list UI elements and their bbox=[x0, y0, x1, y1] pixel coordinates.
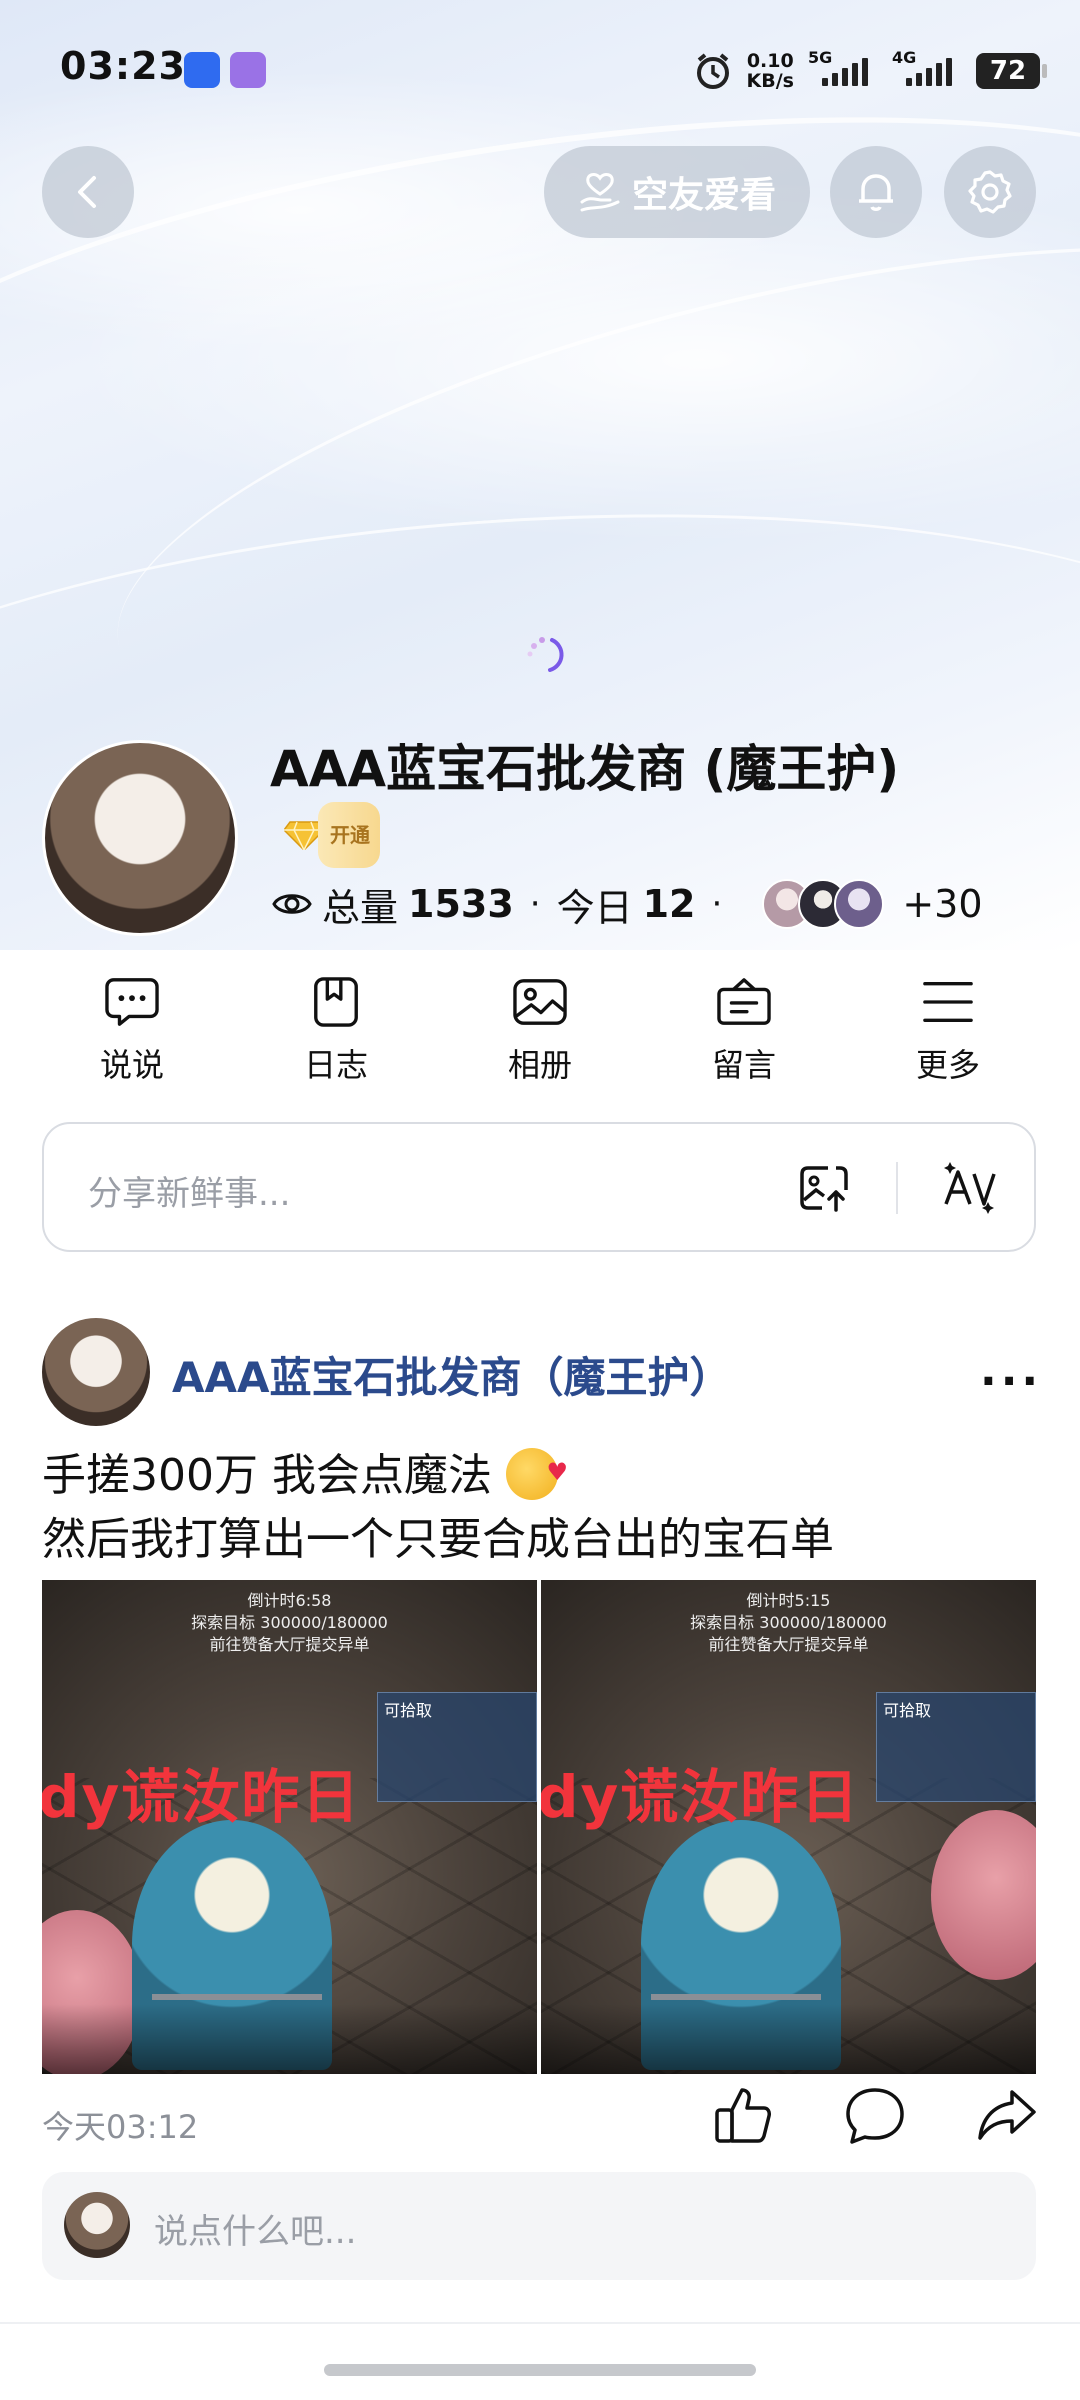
message-box-icon bbox=[717, 978, 771, 1025]
separator-dot: · bbox=[529, 884, 541, 924]
share-icon[interactable] bbox=[976, 2084, 1038, 2146]
nav-label: 相册 bbox=[507, 1046, 572, 1084]
nav-label: 留言 bbox=[711, 1046, 776, 1084]
recent-visitors[interactable] bbox=[762, 879, 885, 929]
friend-love-button[interactable]: 空友爱看 bbox=[544, 146, 810, 238]
post-timestamp: 今天03:12 bbox=[42, 2108, 199, 2146]
nav-label: 说说 bbox=[99, 1046, 164, 1084]
nav-album[interactable]: 相册 bbox=[470, 976, 610, 1086]
share-composer[interactable]: 分享新鲜事... bbox=[42, 1122, 1036, 1252]
pickup-card: 可拾取 bbox=[377, 1692, 537, 1802]
signal-4g-icon: 4G bbox=[892, 48, 962, 86]
nav-more[interactable]: 更多 bbox=[878, 976, 1018, 1086]
visit-stats[interactable]: 总量 1533 · 今日 12 · +30 bbox=[272, 878, 983, 930]
total-value: 1533 bbox=[408, 882, 514, 926]
like-icon[interactable] bbox=[712, 2084, 774, 2146]
post-content: 手搓300万 我会点魔法 然后我打算出一个只要合成台出的宝石单 bbox=[42, 1440, 1042, 1572]
status-bar: 03:23 0.10 KB/s 5G 4G 72 bbox=[0, 0, 1080, 140]
today-label: 今日 bbox=[556, 885, 633, 930]
nav-blog[interactable]: 日志 bbox=[266, 976, 406, 1086]
game-hud: 倒计时6:58 探索目标 300000/180000 前往赞备大厅提交异单 bbox=[191, 1591, 388, 1654]
image-watermark: dy谎汝昨日 bbox=[541, 1763, 861, 1831]
vip-badge[interactable]: 开通 bbox=[284, 801, 380, 868]
post-line-2: 然后我打算出一个只要合成台出的宝石单 bbox=[42, 1514, 834, 1565]
home-indicator[interactable] bbox=[324, 2364, 756, 2376]
eye-icon bbox=[272, 894, 312, 914]
baidu-app-icon bbox=[184, 52, 220, 88]
signal-5g-icon: 5G bbox=[808, 48, 878, 86]
vip-label: 开通 bbox=[318, 801, 380, 868]
image-watermark: dy谎汝昨日 bbox=[42, 1763, 362, 1831]
today-value: 12 bbox=[642, 882, 696, 926]
photo-upload-icon[interactable] bbox=[796, 1160, 852, 1216]
post-actions bbox=[712, 2084, 1038, 2146]
nav-message-board[interactable]: 留言 bbox=[674, 976, 814, 1086]
kiss-emoji-icon bbox=[505, 1440, 568, 1504]
separator-dot: · bbox=[711, 884, 723, 924]
post-author-avatar[interactable] bbox=[42, 1318, 150, 1426]
bookmark-icon bbox=[314, 977, 358, 1027]
share-divider bbox=[896, 1162, 898, 1214]
alarm-icon bbox=[696, 53, 729, 89]
image-icon bbox=[513, 979, 567, 1025]
total-label: 总量 bbox=[322, 885, 399, 930]
nav-shuoshuo[interactable]: 说说 bbox=[62, 976, 202, 1086]
share-placeholder: 分享新鲜事... bbox=[88, 1174, 291, 1214]
game-hud: 倒计时5:15 探索目标 300000/180000 前往赞备大厅提交异单 bbox=[690, 1591, 887, 1654]
gear-icon bbox=[968, 170, 1012, 214]
profile-nav: 说说 日志 相册 留言 更多 bbox=[0, 976, 1080, 1086]
visitors-extra-count: +30 bbox=[902, 882, 983, 926]
notifications-button[interactable] bbox=[830, 146, 922, 238]
post-more-button[interactable]: ··· bbox=[980, 1356, 1042, 1407]
clock: 03:23 bbox=[60, 44, 186, 88]
ai-writing-icon[interactable] bbox=[940, 1160, 1000, 1216]
heart-hand-icon bbox=[580, 173, 620, 212]
feed-divider bbox=[0, 2322, 1080, 2324]
settings-button[interactable] bbox=[944, 146, 1036, 238]
network-speed: 0.10 KB/s bbox=[746, 50, 794, 92]
bell-icon bbox=[859, 174, 893, 211]
chevron-left-icon bbox=[78, 176, 96, 208]
my-avatar bbox=[64, 2192, 130, 2258]
post-author-name[interactable]: AAA蓝宝石批发商（魔王护） bbox=[172, 1344, 732, 1405]
menu-icon bbox=[923, 982, 973, 1022]
nav-label: 更多 bbox=[915, 1046, 980, 1084]
comment-input[interactable]: 说点什么吧... bbox=[42, 2172, 1036, 2280]
comment-icon[interactable] bbox=[844, 2084, 906, 2146]
profile-avatar[interactable] bbox=[42, 740, 238, 936]
post-line-1: 手搓300万 我会点魔法 bbox=[42, 1450, 492, 1501]
visitor-avatar bbox=[834, 879, 885, 929]
podcast-app-icon bbox=[230, 52, 266, 88]
friend-love-label: 空友爱看 bbox=[631, 175, 776, 216]
post-image-2[interactable]: 倒计时5:15 探索目标 300000/180000 前往赞备大厅提交异单 可拾… bbox=[541, 1580, 1036, 2074]
nav-label: 日志 bbox=[303, 1046, 368, 1084]
comment-placeholder: 说点什么吧... bbox=[154, 2212, 357, 2252]
post-image-1[interactable]: 倒计时6:58 探索目标 300000/180000 前往赞备大厅提交异单 可拾… bbox=[42, 1580, 537, 2074]
battery-indicator: 72 bbox=[976, 53, 1047, 89]
profile-name-text: AAA蓝宝石批发商 (魔王护) bbox=[270, 740, 900, 798]
post-images: 倒计时6:58 探索目标 300000/180000 前往赞备大厅提交异单 可拾… bbox=[42, 1580, 1036, 2074]
back-button[interactable] bbox=[42, 146, 134, 238]
pickup-card: 可拾取 bbox=[876, 1692, 1036, 1802]
profile-name: AAA蓝宝石批发商 (魔王护) 开通 bbox=[270, 738, 910, 868]
chat-bubble-icon bbox=[105, 978, 159, 1026]
loading-spinner-icon bbox=[527, 637, 564, 672]
